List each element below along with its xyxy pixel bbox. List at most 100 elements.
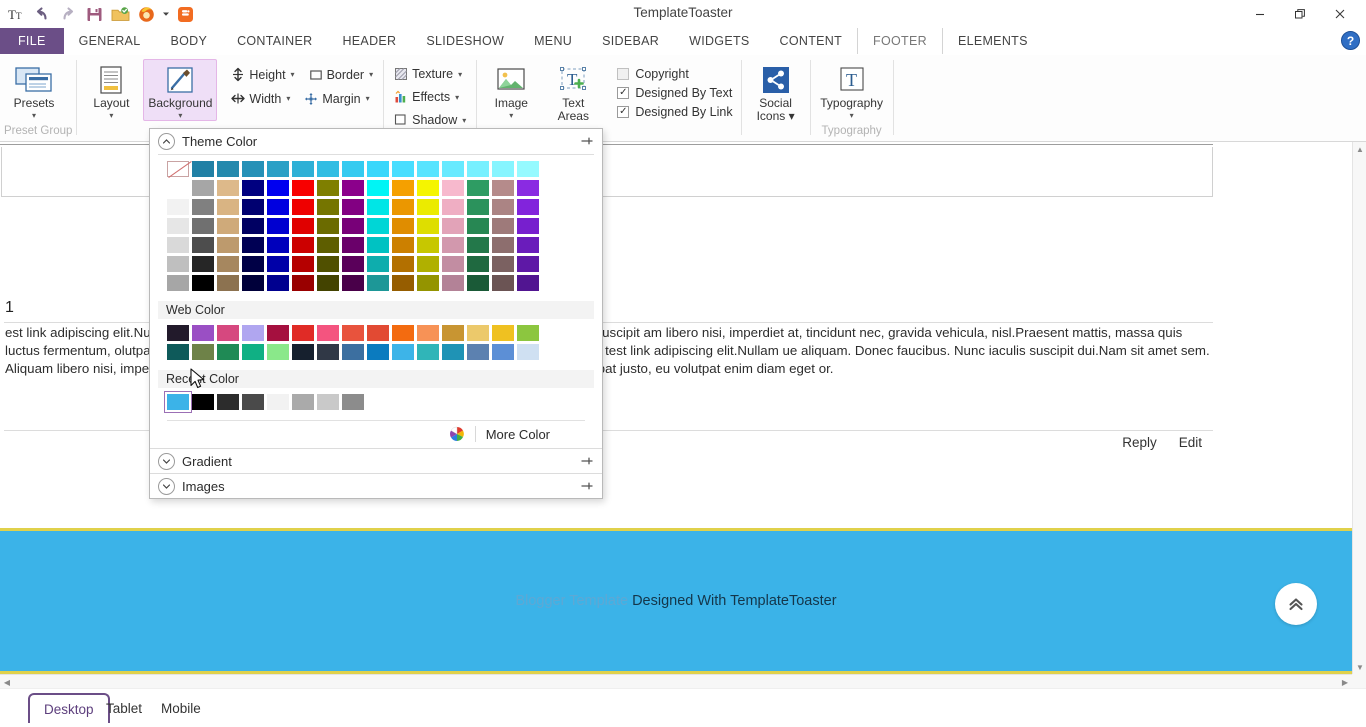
theme-swatch-3-12[interactable] xyxy=(467,218,489,234)
theme-swatch-6-8[interactable] xyxy=(367,275,389,291)
recent-swatch-4[interactable] xyxy=(267,394,289,410)
theme-swatch-6-5[interactable] xyxy=(292,275,314,291)
web-swatch-1-12[interactable] xyxy=(467,344,489,360)
theme-swatch-4-1[interactable] xyxy=(192,237,214,253)
image-button[interactable]: Image ▾ xyxy=(481,59,541,121)
theme-swatch-0-12[interactable] xyxy=(467,161,489,177)
background-button[interactable]: Background ▾ xyxy=(143,59,217,121)
tab-sidebar[interactable]: SIDEBAR xyxy=(587,28,674,54)
theme-color-header[interactable]: Theme Color xyxy=(150,129,602,154)
theme-swatch-2-11[interactable] xyxy=(442,199,464,215)
web-swatch-0-14[interactable] xyxy=(517,325,539,341)
canvas-vertical-scrollbar[interactable]: ▲ ▼ xyxy=(1352,142,1366,674)
more-color-label[interactable]: More Color xyxy=(486,427,585,442)
web-swatch-1-2[interactable] xyxy=(217,344,239,360)
restore-button[interactable] xyxy=(1280,0,1320,28)
recent-swatch-7[interactable] xyxy=(342,394,364,410)
theme-swatch-5-12[interactable] xyxy=(467,256,489,272)
shadow-caret[interactable]: ▾ xyxy=(462,116,466,125)
theme-swatch-1-6[interactable] xyxy=(317,180,339,196)
theme-swatch-0-10[interactable] xyxy=(417,161,439,177)
theme-swatch-1-5[interactable] xyxy=(292,180,314,196)
theme-swatch-5-9[interactable] xyxy=(392,256,414,272)
theme-swatch-3-4[interactable] xyxy=(267,218,289,234)
tab-header[interactable]: HEADER xyxy=(327,28,411,54)
theme-pin-icon[interactable] xyxy=(581,135,593,150)
border-button[interactable]: Border ▾ xyxy=(303,64,380,85)
texture-button[interactable]: Texture ▾ xyxy=(388,64,472,84)
theme-swatch-2-10[interactable] xyxy=(417,199,439,215)
width-button[interactable]: Width ▾ xyxy=(225,88,296,109)
height-button[interactable]: Height ▾ xyxy=(225,64,300,85)
more-color-row[interactable]: More Color xyxy=(167,420,585,448)
theme-swatch-3-7[interactable] xyxy=(342,218,364,234)
theme-swatch-6-14[interactable] xyxy=(517,275,539,291)
tab-container[interactable]: CONTAINER xyxy=(222,28,327,54)
web-swatch-0-11[interactable] xyxy=(442,325,464,341)
theme-swatch-3-3[interactable] xyxy=(242,218,264,234)
copyright-checkbox[interactable]: Copyright xyxy=(613,65,736,83)
theme-swatch-1-4[interactable] xyxy=(267,180,289,196)
theme-swatch-1-7[interactable] xyxy=(342,180,364,196)
theme-swatch-0-9[interactable] xyxy=(392,161,414,177)
theme-swatch-6-11[interactable] xyxy=(442,275,464,291)
recent-swatch-6[interactable] xyxy=(317,394,339,410)
theme-swatch-0-2[interactable] xyxy=(217,161,239,177)
recent-swatch-1[interactable] xyxy=(192,394,214,410)
theme-swatch-4-0[interactable] xyxy=(167,237,189,253)
theme-swatch-5-10[interactable] xyxy=(417,256,439,272)
theme-swatch-3-13[interactable] xyxy=(492,218,514,234)
theme-swatch-3-8[interactable] xyxy=(367,218,389,234)
theme-swatch-0-1[interactable] xyxy=(192,161,214,177)
theme-swatch-2-4[interactable] xyxy=(267,199,289,215)
theme-swatch-3-14[interactable] xyxy=(517,218,539,234)
scroll-right-arrow[interactable]: ▶ xyxy=(1338,675,1352,688)
web-swatch-1-6[interactable] xyxy=(317,344,339,360)
theme-swatch-6-1[interactable] xyxy=(192,275,214,291)
web-swatch-1-3[interactable] xyxy=(242,344,264,360)
theme-swatch-4-9[interactable] xyxy=(392,237,414,253)
web-swatch-1-0[interactable] xyxy=(167,344,189,360)
theme-swatch-6-4[interactable] xyxy=(267,275,289,291)
recent-swatch-2[interactable] xyxy=(217,394,239,410)
theme-swatch-4-2[interactable] xyxy=(217,237,239,253)
tab-slideshow[interactable]: SLIDESHOW xyxy=(411,28,519,54)
web-color-grid[interactable] xyxy=(150,319,602,364)
theme-swatch-5-3[interactable] xyxy=(242,256,264,272)
theme-swatch-5-4[interactable] xyxy=(267,256,289,272)
theme-swatch-2-5[interactable] xyxy=(292,199,314,215)
margin-caret[interactable]: ▾ xyxy=(366,94,370,103)
minimize-button[interactable] xyxy=(1240,0,1280,28)
theme-swatch-6-12[interactable] xyxy=(467,275,489,291)
tab-widgets[interactable]: WIDGETS xyxy=(674,28,764,54)
designed-by-link-checkbox-box[interactable]: ✓ xyxy=(617,106,629,118)
swatch-no-color[interactable] xyxy=(167,161,189,177)
theme-swatch-3-1[interactable] xyxy=(192,218,214,234)
gradient-section-header[interactable]: Gradient xyxy=(150,448,602,473)
web-swatch-0-3[interactable] xyxy=(242,325,264,341)
theme-swatch-2-0[interactable] xyxy=(167,199,189,215)
theme-swatch-6-6[interactable] xyxy=(317,275,339,291)
theme-swatch-3-11[interactable] xyxy=(442,218,464,234)
web-swatch-1-13[interactable] xyxy=(492,344,514,360)
theme-swatch-0-8[interactable] xyxy=(367,161,389,177)
web-swatch-1-14[interactable] xyxy=(517,344,539,360)
gradient-expand-chevron-icon[interactable] xyxy=(158,453,175,470)
web-swatch-0-0[interactable] xyxy=(167,325,189,341)
theme-swatch-2-3[interactable] xyxy=(242,199,264,215)
theme-swatch-1-8[interactable] xyxy=(367,180,389,196)
theme-swatch-1-12[interactable] xyxy=(467,180,489,196)
theme-swatch-3-5[interactable] xyxy=(292,218,314,234)
effects-caret[interactable]: ▾ xyxy=(455,93,459,102)
web-swatch-0-10[interactable] xyxy=(417,325,439,341)
recent-swatch-3[interactable] xyxy=(242,394,264,410)
theme-swatch-5-13[interactable] xyxy=(492,256,514,272)
typography-button[interactable]: T Typography ▾ xyxy=(815,59,889,121)
presets-caret[interactable]: ▾ xyxy=(32,111,36,120)
tab-body[interactable]: BODY xyxy=(155,28,222,54)
theme-swatch-2-9[interactable] xyxy=(392,199,414,215)
theme-swatch-3-6[interactable] xyxy=(317,218,339,234)
web-swatch-1-11[interactable] xyxy=(442,344,464,360)
theme-swatch-2-2[interactable] xyxy=(217,199,239,215)
theme-swatch-5-14[interactable] xyxy=(517,256,539,272)
